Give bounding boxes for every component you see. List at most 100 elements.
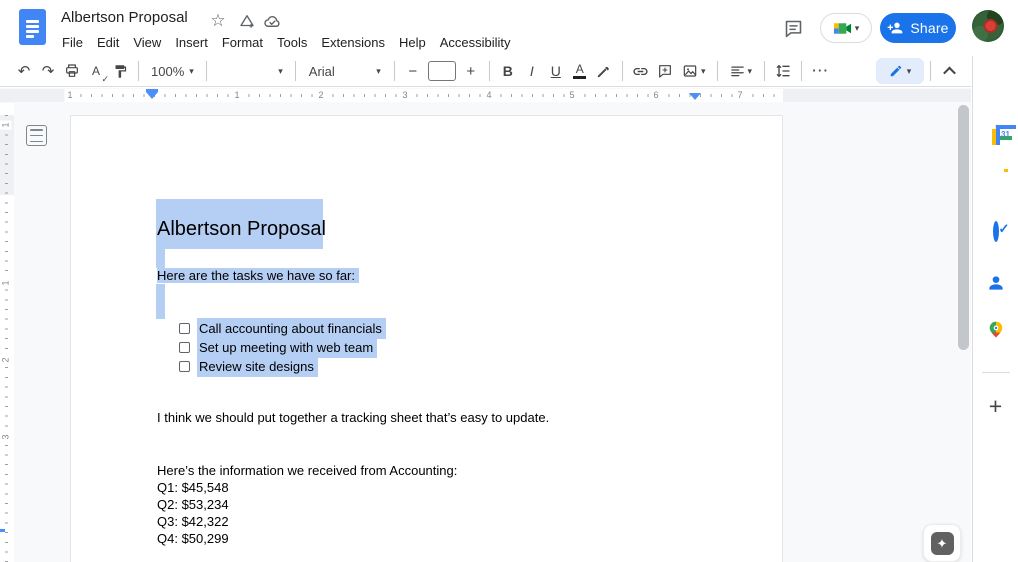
- menu-format[interactable]: Format: [215, 33, 270, 52]
- image-dropdown-arrow: ▾: [701, 67, 706, 76]
- share-label: Share: [910, 20, 948, 36]
- font-family-dropdown[interactable]: Arial ▾: [302, 59, 388, 83]
- menu-view[interactable]: View: [126, 33, 168, 52]
- highlight-color-icon[interactable]: [592, 59, 616, 83]
- logo-line: [26, 25, 39, 28]
- increase-font-size-icon[interactable]: +: [459, 59, 483, 83]
- right-indent-marker[interactable]: [689, 93, 701, 100]
- ruler-number: 5: [566, 89, 577, 102]
- italic-icon[interactable]: I: [520, 59, 544, 83]
- text-color-icon[interactable]: A: [568, 59, 592, 83]
- star-icon[interactable]: ☆: [207, 10, 229, 32]
- logo-line: [26, 35, 34, 38]
- left-indent-marker[interactable]: [146, 89, 158, 99]
- hide-menus-icon[interactable]: [937, 59, 961, 83]
- align-icon[interactable]: ▾: [724, 59, 758, 83]
- align-dropdown-arrow: ▾: [748, 67, 753, 76]
- menu-tools[interactable]: Tools: [270, 33, 314, 52]
- checkbox-unchecked[interactable]: [179, 323, 190, 334]
- add-comment-icon[interactable]: [653, 59, 677, 83]
- editing-mode-dropdown-arrow: ▾: [907, 67, 912, 76]
- doc-line[interactable]: Q2: $53,234: [157, 496, 229, 513]
- tasks-icon[interactable]: ✓: [993, 224, 999, 239]
- print-icon[interactable]: [60, 59, 84, 83]
- logo-line: [26, 20, 39, 23]
- document-title[interactable]: Albertson Proposal: [61, 7, 188, 29]
- menu-insert[interactable]: Insert: [168, 33, 215, 52]
- menu-accessibility[interactable]: Accessibility: [433, 33, 518, 52]
- toolbar-divider: [764, 61, 765, 81]
- toolbar-divider: [295, 61, 296, 81]
- toolbar-divider: [930, 61, 931, 81]
- menu-help[interactable]: Help: [392, 33, 433, 52]
- logo-line: [26, 30, 39, 33]
- vertical-ruler[interactable]: 1 1 2 3: [0, 103, 14, 562]
- editor-area: 1 1 2 3 4 5 6 7 1 1 2 3: [0, 88, 971, 562]
- checkbox-unchecked[interactable]: [179, 342, 190, 353]
- pencil-icon: [889, 64, 903, 78]
- meet-dropdown-arrow: ▾: [855, 24, 860, 33]
- calendar-icon[interactable]: 31: [995, 125, 997, 140]
- checklist-item: Review site designs: [179, 357, 318, 376]
- more-toolbar-options-icon[interactable]: ⋯: [808, 59, 832, 83]
- decrease-font-size-icon[interactable]: −: [401, 59, 425, 83]
- share-button[interactable]: Share: [880, 13, 956, 43]
- insert-image-icon[interactable]: ▾: [677, 59, 711, 83]
- meet-icon: [833, 21, 852, 36]
- menu-bar: File Edit View Insert Format Tools Exten…: [55, 31, 518, 53]
- redo-icon[interactable]: ↷: [36, 59, 60, 83]
- account-avatar[interactable]: [972, 10, 1004, 42]
- vertical-ruler-marker: [0, 529, 5, 532]
- document-page[interactable]: Albertson Proposal Here are the tasks we…: [70, 115, 783, 562]
- google-docs-app: Albertson Proposal ☆ File Edit View Inse…: [0, 0, 1018, 562]
- editing-mode-button[interactable]: ▾: [876, 58, 924, 84]
- explore-button[interactable]: ✦: [923, 524, 961, 562]
- bold-icon[interactable]: B: [496, 59, 520, 83]
- google-meet-button[interactable]: ▾: [820, 13, 872, 43]
- paragraph-styles-dropdown[interactable]: ▾: [213, 59, 289, 83]
- checklist-item: Set up meeting with web team: [179, 338, 377, 357]
- checklist-item: Call accounting about financials: [179, 319, 386, 338]
- doc-line[interactable]: Q4: $50,299: [157, 530, 229, 547]
- horizontal-ruler[interactable]: 1 1 2 3 4 5 6 7: [0, 89, 971, 102]
- zoom-dropdown-arrow: ▾: [189, 67, 194, 76]
- share-person-icon: [887, 20, 903, 36]
- line-spacing-icon[interactable]: [771, 59, 795, 83]
- ruler-number: 3: [399, 89, 410, 102]
- menu-extensions[interactable]: Extensions: [314, 33, 392, 52]
- doc-heading[interactable]: Albertson Proposal: [157, 215, 326, 243]
- ruler-number: 1: [231, 89, 242, 102]
- undo-icon[interactable]: ↶: [12, 59, 36, 83]
- panel-divider: [982, 372, 1010, 373]
- doc-paragraph[interactable]: Here are the tasks we have so far:: [157, 267, 359, 284]
- topbar: Albertson Proposal ☆ File Edit View Inse…: [0, 0, 1018, 56]
- doc-paragraph[interactable]: Here’s the information we received from …: [157, 462, 457, 479]
- doc-line[interactable]: Q3: $42,322: [157, 513, 229, 530]
- maps-icon[interactable]: [986, 320, 1005, 342]
- ruler-number: 3: [0, 432, 12, 441]
- menu-edit[interactable]: Edit: [90, 33, 126, 52]
- docs-logo[interactable]: [19, 9, 46, 45]
- toolbar-divider: [489, 61, 490, 81]
- get-addons-icon[interactable]: +: [989, 396, 1002, 416]
- move-icon[interactable]: [236, 10, 258, 32]
- contacts-icon[interactable]: [986, 273, 1006, 296]
- spell-check-icon[interactable]: A ✓: [84, 59, 108, 83]
- document-status-cloud-icon[interactable]: [261, 10, 283, 32]
- font-size-input[interactable]: [428, 61, 456, 81]
- ruler-number: 6: [650, 89, 661, 102]
- ruler-number: 2: [315, 89, 326, 102]
- zoom-control[interactable]: 100% ▾: [145, 59, 200, 83]
- checkbox-unchecked[interactable]: [179, 361, 190, 372]
- side-panel: 31 ✓ + ›: [972, 56, 1018, 562]
- toolbar-divider: [394, 61, 395, 81]
- doc-paragraph[interactable]: I think we should put together a trackin…: [157, 409, 549, 426]
- open-comments-icon[interactable]: [779, 14, 807, 42]
- document-outline-icon[interactable]: [26, 125, 47, 146]
- paint-format-icon[interactable]: [108, 59, 132, 83]
- doc-line[interactable]: Q1: $45,548: [157, 479, 229, 496]
- underline-icon[interactable]: U: [544, 59, 568, 83]
- menu-file[interactable]: File: [55, 33, 90, 52]
- insert-link-icon[interactable]: [629, 59, 653, 83]
- vertical-scrollbar[interactable]: [958, 105, 969, 350]
